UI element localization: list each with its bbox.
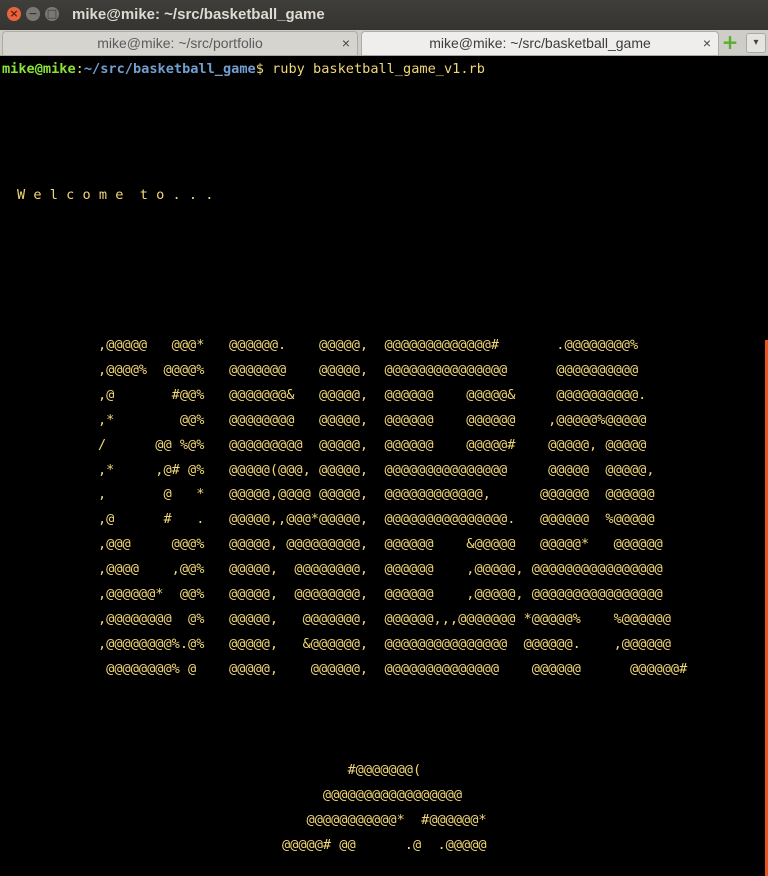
command-text: ruby basketball_game_v1.rb (263, 61, 485, 77)
maximize-window-icon[interactable]: □ (45, 7, 59, 21)
prompt-symbol: $ (255, 61, 264, 77)
window-title: mike@mike: ~/src/basketball_game (72, 6, 325, 23)
ascii-art-ball: #@@@@@@@( @@@@@@@@@@@@@@@@@ @@@@@@@@@@@*… (282, 762, 487, 853)
tab-bar: mike@mike: ~/src/portfolio × mike@mike: … (0, 30, 768, 56)
prompt-user: mike@mike (2, 61, 76, 77)
tab-label: mike@mike: ~/src/basketball_game (429, 35, 651, 51)
prompt-path: ~/src/basketball_game (83, 61, 256, 77)
tab-basketball-game[interactable]: mike@mike: ~/src/basketball_game × (361, 31, 719, 55)
close-window-icon[interactable]: × (7, 7, 21, 21)
shell-prompt-line: mike@mike:~/src/basketball_game$ ruby ba… (2, 57, 485, 82)
prompt-colon: : (75, 61, 84, 77)
window-titlebar: × − □ mike@mike: ~/src/basketball_game (0, 0, 768, 30)
terminal-area[interactable]: mike@mike:~/src/basketball_game$ ruby ba… (0, 56, 768, 876)
welcome-text: W e l c o m e t o . . . (17, 187, 214, 203)
tab-label: mike@mike: ~/src/portfolio (97, 35, 263, 51)
new-tab-plus-icon[interactable]: + (721, 32, 739, 52)
tab-menu-chevron-icon[interactable]: ▾ (746, 33, 766, 53)
tab-close-icon[interactable]: × (703, 32, 711, 55)
tab-close-icon[interactable]: × (342, 32, 350, 55)
window-controls: × − □ (7, 7, 59, 21)
tab-portfolio[interactable]: mike@mike: ~/src/portfolio × (2, 31, 358, 55)
ascii-art-title: ,@@@@@ @@@* @@@@@@. @@@@@, @@@@@@@@@@@@@… (98, 337, 688, 677)
minimize-window-icon[interactable]: − (26, 7, 40, 21)
